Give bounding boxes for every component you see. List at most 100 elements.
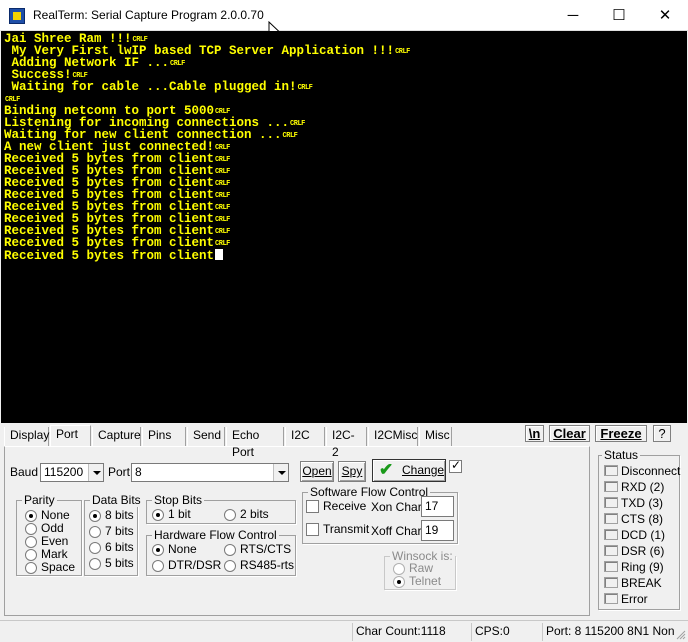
xon-label: Xon Char: [371, 500, 426, 514]
close-button[interactable]: ✕ [642, 0, 688, 31]
winsock-telnet-radio[interactable] [393, 576, 405, 588]
tab-capture[interactable]: Capture [92, 427, 141, 446]
status-led-rxd-2 [604, 481, 618, 492]
crlf-marker: CRLF [282, 132, 298, 140]
app-icon [9, 8, 25, 24]
parity-space-radio[interactable] [25, 562, 37, 574]
maximize-button[interactable]: ☐ [596, 0, 642, 31]
change-button[interactable]: ✔ Change [372, 459, 446, 482]
data-bits-7-bits-radio[interactable] [89, 526, 101, 538]
data-bits-5-bits-radio[interactable] [89, 558, 101, 570]
resize-grip-icon[interactable] [676, 630, 686, 640]
hw-flow-rts-cts-radio[interactable] [224, 544, 236, 556]
title-bar[interactable]: RealTerm: Serial Capture Program 2.0.0.7… [0, 0, 688, 31]
tab-port[interactable]: Port [50, 425, 91, 446]
data-bits-8-bits-radio[interactable] [89, 510, 101, 522]
hw-flow-rs485-rts-label: RS485-rts [240, 558, 295, 572]
parity-none-radio[interactable] [25, 510, 37, 522]
tab-misc[interactable]: Misc [419, 427, 452, 446]
baud-select[interactable]: 115200 [40, 463, 104, 482]
stop-bits-2-bits-label: 2 bits [240, 507, 269, 521]
char-count: Char Count:1118 [352, 623, 468, 641]
window-title: RealTerm: Serial Capture Program 2.0.0.7… [33, 8, 264, 22]
data-bits-5-bits-label: 5 bits [105, 556, 134, 570]
winsock-telnet-label: Telnet [409, 574, 442, 588]
open-button[interactable]: Open [300, 461, 334, 482]
crlf-marker: CRLF [290, 120, 305, 128]
xoff-input[interactable]: 19 [421, 520, 454, 541]
freeze-button[interactable]: Freeze [595, 425, 647, 442]
checkmark-icon: ✔ [379, 460, 394, 479]
tab-i2cmisc[interactable]: I2CMisc [368, 427, 418, 446]
status-label-error: Error [621, 592, 648, 606]
crlf-marker: CRLF [215, 144, 230, 152]
crlf-marker: CRLF [215, 204, 230, 212]
parity-mark-label: Mark [41, 547, 68, 561]
minimize-button[interactable]: ─ [550, 0, 596, 31]
crlf-marker: CRLF [297, 84, 313, 92]
crlf-marker: CRLF [215, 240, 230, 248]
crlf-marker: CRLF [132, 36, 148, 44]
port-label: Port [108, 465, 131, 479]
stop-bits-2-bits-radio[interactable] [224, 509, 236, 521]
status-led-break [604, 577, 618, 588]
xon-input[interactable]: 17 [421, 496, 454, 517]
change-button-label: Change [402, 463, 445, 477]
sw-transmit-label: Transmit [323, 522, 370, 536]
tab-pins[interactable]: Pins [142, 427, 186, 446]
tab-send[interactable]: Send [187, 427, 225, 446]
hw-flow-rs485-rts-radio[interactable] [224, 560, 236, 572]
status-label-ring-9: Ring (9) [621, 560, 664, 574]
data-bits-title: Data Bits [90, 493, 143, 507]
port-select[interactable]: 8 [131, 463, 289, 482]
data-bits-6-bits-radio[interactable] [89, 542, 101, 554]
tab-i2c-2[interactable]: I2C-2 [326, 427, 367, 459]
chevron-down-icon[interactable] [88, 464, 103, 481]
winsock-raw-label: Raw [409, 561, 434, 575]
sw-receive-checkbox[interactable] [306, 500, 319, 513]
port-info: Port: 8 115200 8N1 Non [542, 623, 688, 641]
hw-flow-dtr-dsr-radio[interactable] [152, 560, 164, 572]
parity-mark-radio[interactable] [25, 549, 37, 561]
text-cursor [215, 249, 224, 260]
status-label-dcd-1: DCD (1) [621, 528, 665, 542]
terminal-line: Waiting for cable ...Cable plugged in!CR… [4, 81, 687, 94]
hw-flow-title: Hardware Flow Control [152, 528, 279, 542]
terminal-line: Received 5 bytes from clientCRLF [4, 236, 687, 250]
sw-transmit-checkbox[interactable] [306, 523, 319, 536]
status-led-disconnect [604, 465, 618, 476]
status-bar: Char Count:1118 CPS:0 Port: 8 115200 8N1… [0, 620, 688, 642]
parity-odd-radio[interactable] [25, 523, 37, 535]
help-button[interactable]: ? [653, 425, 671, 442]
newline-button[interactable]: \n [525, 425, 544, 442]
crlf-marker: CRLF [215, 108, 230, 116]
terminal-output[interactable]: Jai Shree Ram !!!CRLF My Very First lwIP… [1, 31, 687, 423]
data-bits-8-bits-label: 8 bits [105, 508, 134, 522]
stop-bits-1-bit-radio[interactable] [152, 509, 164, 521]
chevron-down-icon[interactable] [273, 464, 288, 481]
spy-button[interactable]: Spy [338, 461, 366, 482]
winsock-raw-radio[interactable] [393, 563, 405, 575]
terminal-line-text: Received 5 bytes from client [4, 236, 215, 250]
terminal-line-text: Received 5 bytes from client [4, 249, 215, 263]
parity-even-label: Even [41, 534, 69, 548]
cps-readout: CPS:0 [471, 623, 539, 641]
status-label-rxd-2: RXD (2) [621, 480, 665, 494]
crlf-marker: CRLF [5, 96, 20, 104]
parity-space-label: Space [41, 560, 76, 574]
status-label-disconnect[interactable]: Disconnect [621, 464, 680, 478]
hw-flow-none-radio[interactable] [152, 544, 164, 556]
crlf-marker: CRLF [215, 180, 230, 188]
clear-button[interactable]: Clear [549, 425, 590, 442]
xoff-label: Xoff Char: [371, 524, 425, 538]
terminal-line: Adding Network IF ...CRLF [4, 57, 687, 70]
tab-echo-port[interactable]: Echo Port [226, 427, 284, 459]
change-checkbox[interactable] [449, 458, 462, 473]
sw-flow-title: Software Flow Control [308, 485, 431, 499]
hw-flow-none-label: None [168, 542, 197, 556]
tab-i2c[interactable]: I2C [285, 427, 325, 446]
tab-display[interactable]: Display [4, 427, 49, 446]
parity-odd-label: Odd [41, 521, 64, 535]
parity-even-radio[interactable] [25, 536, 37, 548]
status-label-break: BREAK [621, 576, 662, 590]
